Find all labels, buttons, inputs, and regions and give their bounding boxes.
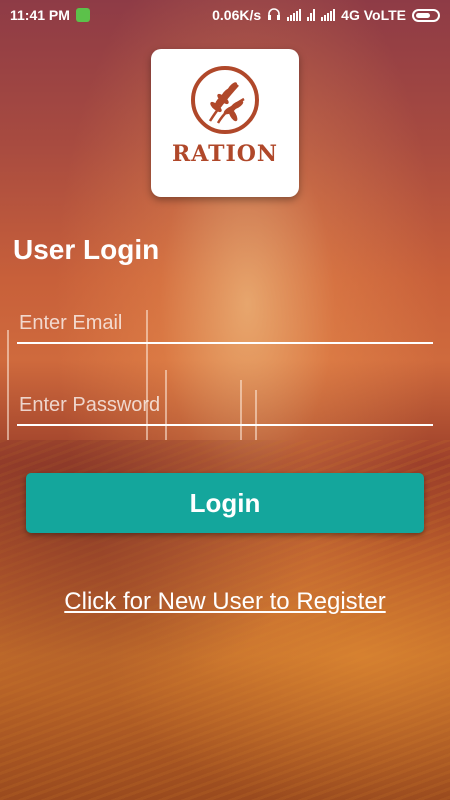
network-type: 4G VoLTE	[341, 7, 406, 23]
status-left: 11:41 PM	[10, 7, 90, 23]
signal-icon	[287, 9, 302, 21]
app-logo: RATION	[151, 49, 299, 197]
logo-text: RATION	[171, 141, 279, 167]
turbine-decoration	[7, 330, 9, 440]
email-field[interactable]	[17, 304, 433, 344]
password-field[interactable]	[17, 386, 433, 426]
headphones-icon	[267, 7, 281, 24]
wheat-icon	[191, 66, 259, 134]
network-speed: 0.06K/s	[212, 7, 262, 23]
status-right: 0.06K/s 4G VoLTE	[212, 7, 440, 24]
battery-icon	[412, 8, 440, 22]
signal-icon	[307, 9, 316, 21]
app-badge-icon	[75, 8, 90, 22]
page-title: User Login	[13, 234, 160, 265]
register-link[interactable]: Click for New User to Register	[0, 588, 450, 616]
signal-icon	[321, 9, 336, 21]
status-bar: 11:41 PM 0.06K/s 4G VoLTE	[0, 0, 450, 30]
login-button[interactable]: Login	[26, 473, 424, 533]
status-time: 11:41 PM	[10, 7, 70, 23]
